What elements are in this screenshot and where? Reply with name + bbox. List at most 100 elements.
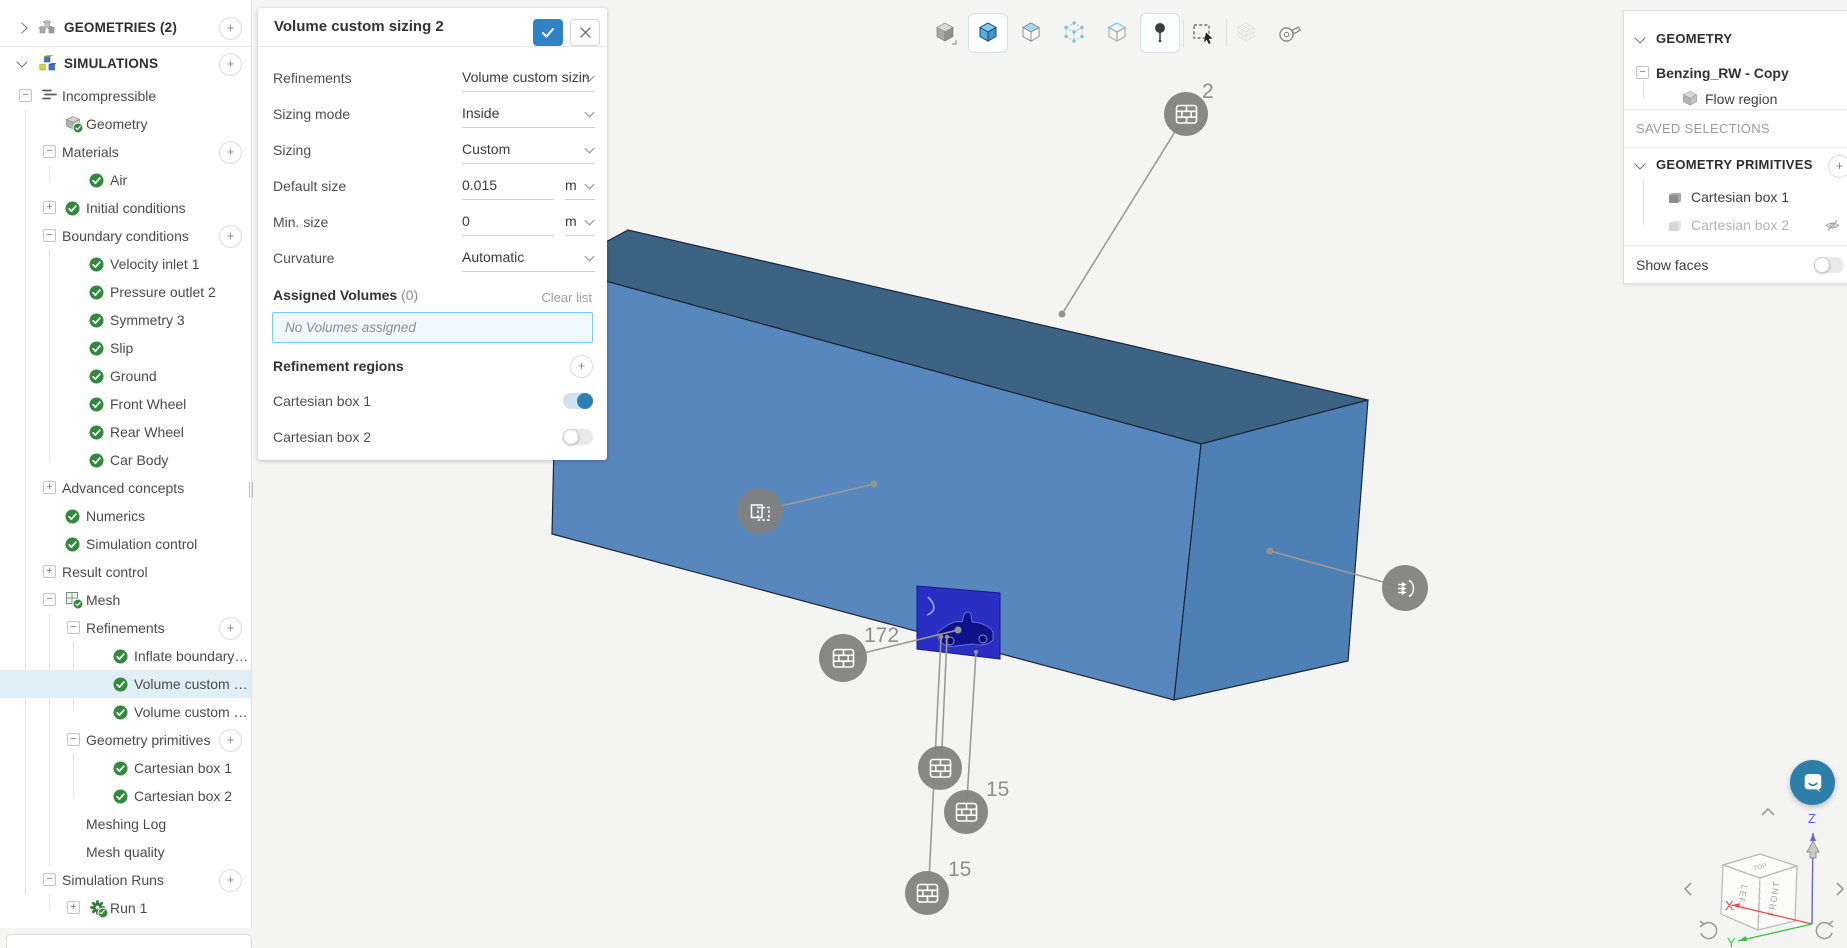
- collapse-expander[interactable]: −: [43, 229, 56, 242]
- tree-item-volume-custom[interactable]: Volume custom …: [0, 670, 251, 698]
- add-button[interactable]: +: [219, 869, 242, 892]
- unit-select[interactable]: m: [565, 208, 595, 236]
- tree-item-geometry-primitives[interactable]: − Geometry primitives +: [0, 726, 251, 754]
- refinements-select[interactable]: Volume custom sizin: [462, 64, 595, 92]
- tree-item-simulation-control[interactable]: Simulation control: [0, 530, 251, 558]
- chevron-down-icon[interactable]: [1634, 158, 1646, 170]
- select-edges-button[interactable]: [1098, 14, 1136, 52]
- render-mode-cube-button[interactable]: [926, 14, 964, 52]
- add-button[interactable]: +: [219, 53, 242, 76]
- panel-resize-handle[interactable]: [249, 482, 253, 497]
- inlet-refinement-badge[interactable]: [1382, 565, 1428, 611]
- cartesian-box-2-toggle[interactable]: [563, 429, 593, 445]
- tree-item-incompressible[interactable]: − Incompressible: [0, 82, 251, 110]
- viewcube-rotate-ccw-arrowhead[interactable]: [1699, 920, 1706, 928]
- geometry-section-row[interactable]: GEOMETRY: [1624, 25, 1847, 53]
- mesh-refinement-badge[interactable]: [944, 790, 988, 834]
- measure-button[interactable]: [1270, 14, 1308, 52]
- viewcube-right-chevron[interactable]: [1836, 882, 1845, 896]
- add-button[interactable]: +: [219, 225, 242, 248]
- tree-item-pressure-outlet-2[interactable]: Pressure outlet 2: [0, 278, 251, 306]
- tree-item-refinements[interactable]: − Refinements +: [0, 614, 251, 642]
- chevron-down-icon[interactable]: [1634, 32, 1646, 44]
- tree-item-symmetry-3[interactable]: Symmetry 3: [0, 306, 251, 334]
- tree-item-car-body[interactable]: Car Body: [0, 446, 251, 474]
- collapse-expander[interactable]: −: [43, 873, 56, 886]
- viewcube-rotate-cw-arrowhead[interactable]: [1827, 920, 1834, 928]
- tree-item-ground[interactable]: Ground: [0, 362, 251, 390]
- collapse-expander[interactable]: −: [67, 621, 80, 634]
- collapse-expander[interactable]: −: [43, 145, 56, 158]
- tree-item-slip[interactable]: Slip: [0, 334, 251, 362]
- geometry-primitives-row[interactable]: GEOMETRY PRIMITIVES +: [1624, 151, 1847, 179]
- tree-item-inflate-boundary[interactable]: Inflate boundary…: [0, 642, 251, 670]
- tree-item-rear-wheel[interactable]: Rear Wheel: [0, 418, 251, 446]
- add-button[interactable]: +: [219, 729, 242, 752]
- region-refinement-badge[interactable]: [737, 488, 783, 534]
- probe-point-button[interactable]: [1139, 13, 1180, 53]
- chevron-down-icon[interactable]: [16, 56, 28, 68]
- mesh-refinement-badge[interactable]: [819, 634, 867, 682]
- chat-support-button[interactable]: [1790, 760, 1835, 805]
- expand-expander[interactable]: +: [43, 201, 56, 214]
- tree-item-materials[interactable]: − Materials +: [0, 138, 251, 166]
- close-button[interactable]: [570, 19, 600, 46]
- collapse-expander[interactable]: −: [67, 733, 80, 746]
- hidden-eye-icon[interactable]: [1825, 218, 1840, 238]
- tree-item-run-1[interactable]: + Run 1: [0, 894, 251, 922]
- unit-select[interactable]: m: [565, 172, 595, 200]
- collapse-expander[interactable]: −: [1636, 66, 1649, 79]
- view-orientation-cube[interactable]: TOP LEFT FRONT X Y Z: [1680, 795, 1847, 947]
- add-button[interactable]: +: [219, 617, 242, 640]
- show-faces-toggle[interactable]: [1814, 257, 1844, 273]
- car-refinement-region[interactable]: [916, 585, 1001, 660]
- tree-item-mesh[interactable]: − Mesh: [0, 586, 251, 614]
- expand-expander[interactable]: +: [43, 481, 56, 494]
- viewcube-left-chevron[interactable]: [1683, 882, 1692, 896]
- confirm-button[interactable]: [533, 19, 563, 46]
- cartesian-box-1-toggle[interactable]: [563, 393, 593, 409]
- primitive-row-cartesian-box-2[interactable]: Cartesian box 2: [1624, 211, 1847, 239]
- collapse-expander[interactable]: −: [19, 89, 32, 102]
- box-select-button[interactable]: [1184, 14, 1222, 52]
- tree-item-geometries-2[interactable]: GEOMETRIES (2) +: [0, 14, 251, 42]
- curvature-select[interactable]: Automatic: [462, 244, 595, 272]
- tree-item-boundary-conditions[interactable]: − Boundary conditions +: [0, 222, 251, 250]
- tree-item-meshing-log[interactable]: Meshing Log: [0, 810, 251, 838]
- tree-item-advanced-concepts[interactable]: + Advanced concepts: [0, 474, 251, 502]
- mesh-refinement-badge[interactable]: [918, 746, 962, 790]
- add-primitive-button[interactable]: +: [1828, 155, 1847, 178]
- select-faces-button[interactable]: [1012, 14, 1050, 52]
- tree-item-geometry[interactable]: Geometry: [0, 110, 251, 138]
- expand-expander[interactable]: +: [43, 565, 56, 578]
- tree-item-air[interactable]: Air: [0, 166, 251, 194]
- tree-item-cartesian-box-2[interactable]: Cartesian box 2: [0, 782, 251, 810]
- tree-item-mesh-quality[interactable]: Mesh quality: [0, 838, 251, 866]
- tree-item-initial-conditions[interactable]: + Initial conditions: [0, 194, 251, 222]
- tree-item-volume-custom[interactable]: Volume custom …: [0, 698, 251, 726]
- tree-item-velocity-inlet-1[interactable]: Velocity inlet 1: [0, 250, 251, 278]
- primitive-row-cartesian-box-1[interactable]: Cartesian box 1: [1624, 183, 1847, 211]
- clear-list-button[interactable]: Clear list: [541, 290, 592, 305]
- add-button[interactable]: +: [219, 17, 242, 40]
- tree-item-result-control[interactable]: + Result control: [0, 558, 251, 586]
- select-volumes-button[interactable]: [967, 13, 1008, 53]
- collapse-expander[interactable]: −: [43, 593, 56, 606]
- expand-expander[interactable]: +: [67, 901, 80, 914]
- add-button[interactable]: +: [219, 141, 242, 164]
- sizing-select[interactable]: Custom: [462, 136, 595, 164]
- tree-item-simulation-runs[interactable]: − Simulation Runs +: [0, 866, 251, 894]
- default-size-input[interactable]: 0.015: [462, 172, 554, 200]
- viewcube-up-chevron[interactable]: [1761, 807, 1775, 816]
- mesh-refinement-badge[interactable]: [905, 871, 949, 915]
- geometry-item-row[interactable]: − Benzing_RW - Copy: [1624, 59, 1847, 87]
- select-vertices-button[interactable]: [1055, 14, 1093, 52]
- tree-item-numerics[interactable]: Numerics: [0, 502, 251, 530]
- tree-item-front-wheel[interactable]: Front Wheel: [0, 390, 251, 418]
- tree-item-cartesian-box-1[interactable]: Cartesian box 1: [0, 754, 251, 782]
- sizing-mode-select[interactable]: Inside: [462, 100, 595, 128]
- tree-item-simulations[interactable]: SIMULATIONS +: [0, 50, 251, 78]
- min-size-input[interactable]: 0: [462, 208, 554, 236]
- add-refinement-region-button[interactable]: +: [570, 355, 593, 378]
- chevron-right-icon[interactable]: [16, 22, 28, 34]
